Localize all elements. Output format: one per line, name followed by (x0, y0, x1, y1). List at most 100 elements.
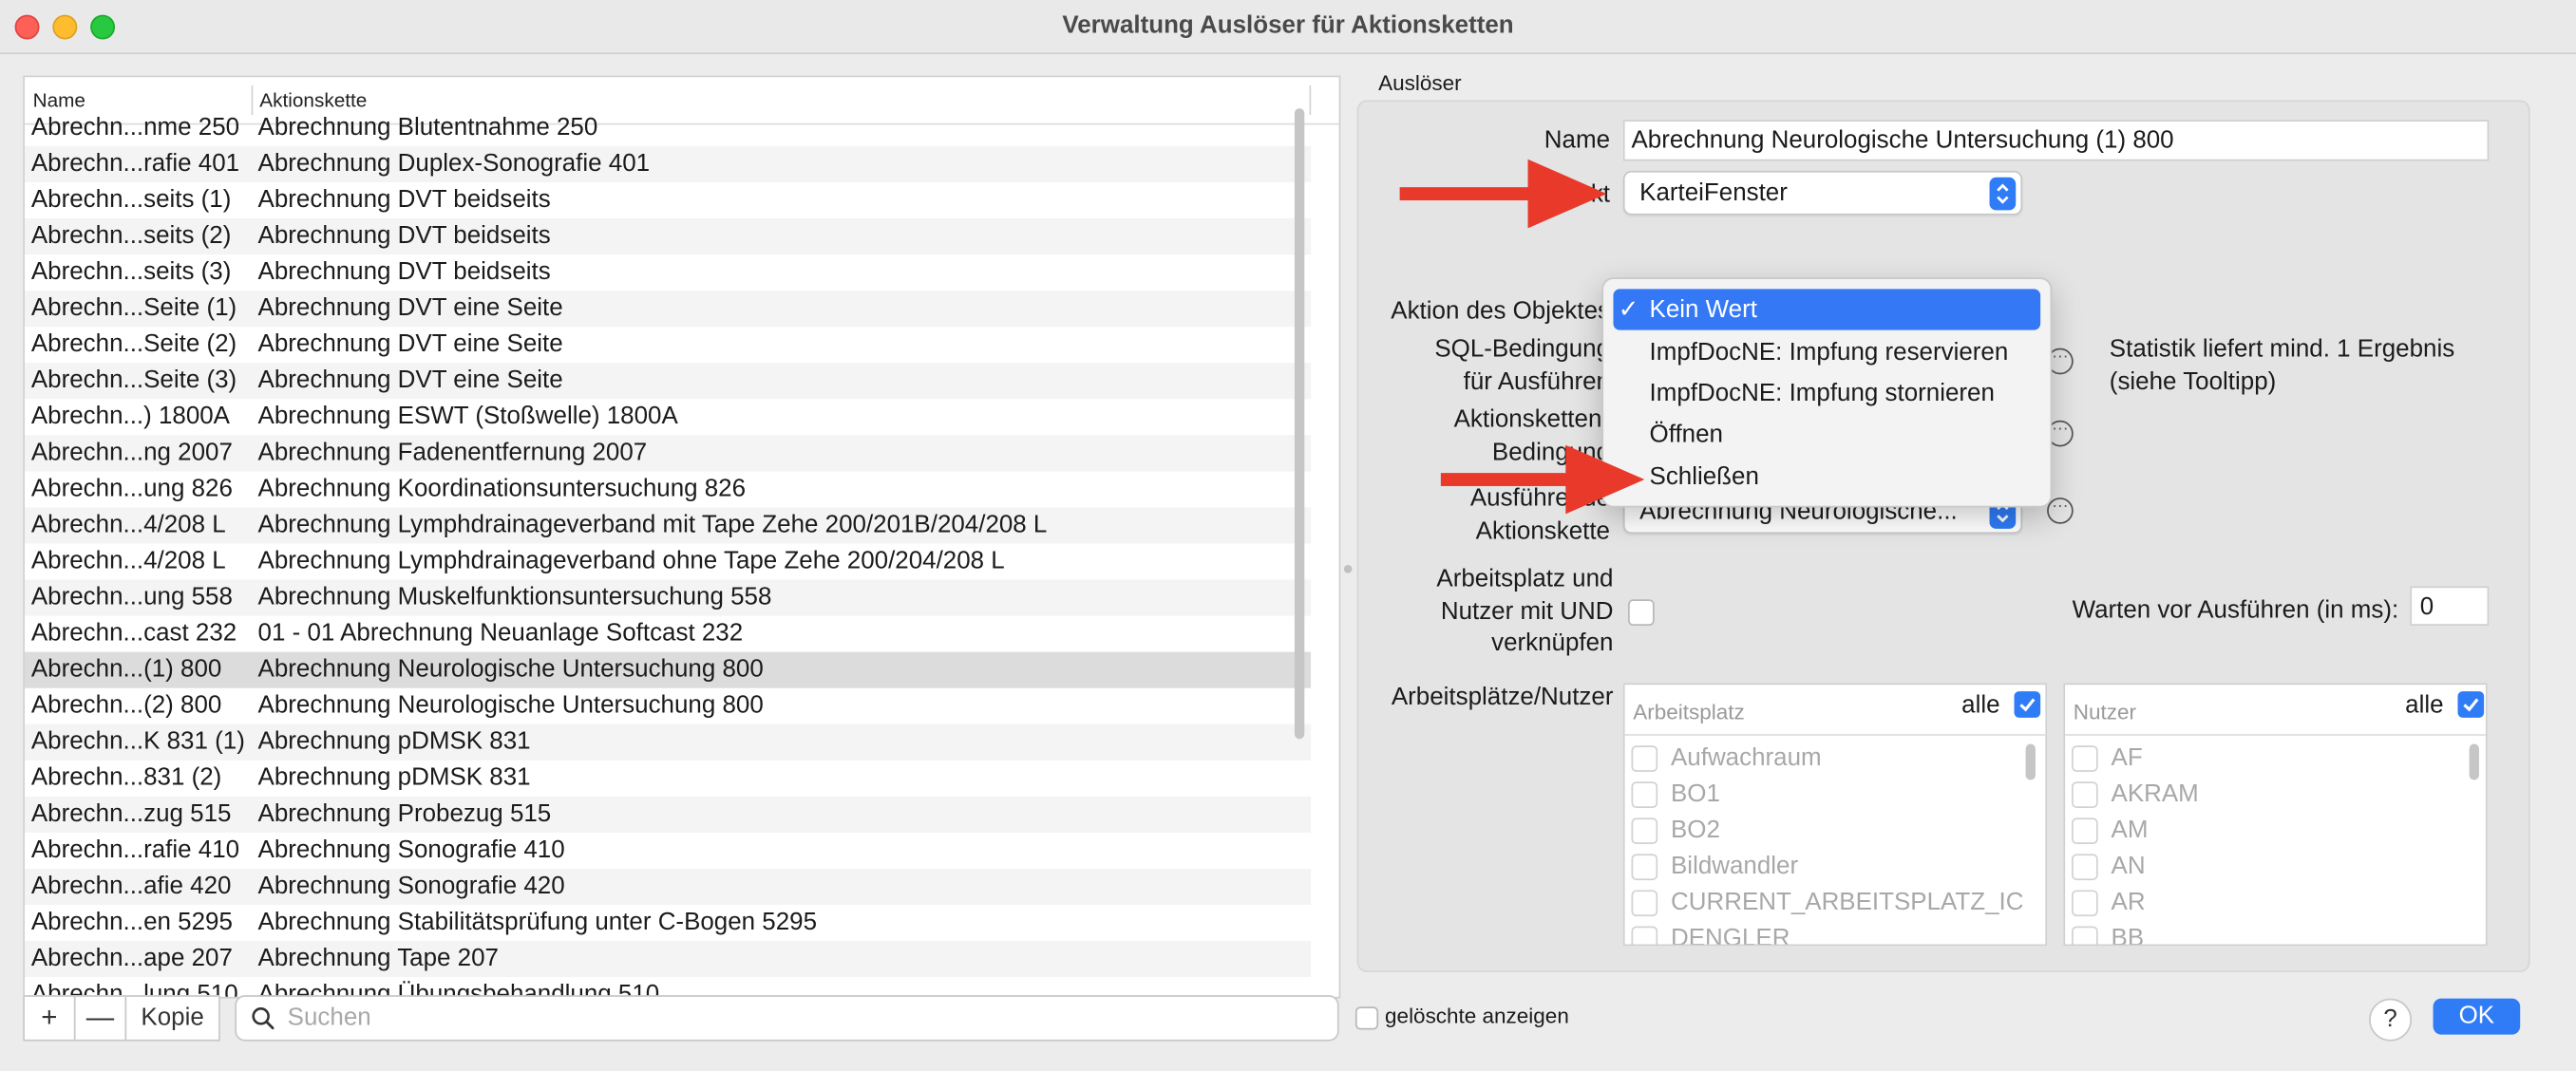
row-name-cell: Abrechn...cast 232 (30, 619, 237, 648)
name-field[interactable]: Abrechnung Neurologische Untersuchung (1… (1622, 120, 2490, 161)
user-item-checkbox[interactable] (2072, 890, 2098, 917)
updown-chevron-icon (1989, 177, 2017, 211)
sql-hint-line1: Statistik liefert mind. 1 Ergebnis (2109, 334, 2455, 364)
table-row[interactable]: Abrechn...) 1800A Abrechnung ESWT (Stoßwe… (25, 399, 1311, 435)
column-header-chain[interactable]: Aktionskette (259, 88, 367, 111)
workplace-item-checkbox[interactable] (1631, 781, 1658, 808)
ok-button[interactable]: OK (2433, 998, 2521, 1035)
table-row[interactable]: Abrechn...en 5295 Abrechnung Stabilitätsp… (25, 905, 1311, 941)
row-name-cell: Abrechn...831 (2) (30, 763, 222, 792)
workplace-list-item[interactable]: DENGLER (1631, 921, 2009, 945)
user-list-item[interactable]: AN (2072, 849, 2450, 885)
menu-item-kein-wert[interactable]: ✓ Kein Wert (1613, 289, 2041, 330)
user-item-label: AF (2111, 743, 2143, 772)
row-chain-cell: Abrechnung Lymphdrainageverband mit Tape… (257, 510, 1048, 539)
table-row[interactable]: Abrechn...seits (1) Abrechnung DVT beidse… (25, 182, 1311, 218)
menu-item-schliessen[interactable]: Schließen (1613, 457, 2040, 498)
workplace-list-item[interactable]: BO2 (1631, 813, 2009, 849)
wait-field[interactable]: 0 (2410, 586, 2490, 626)
table-row[interactable]: Abrechn...Seite (1) Abrechnung DVT eine S… (24, 291, 1312, 328)
menu-item-impfung-reservieren[interactable]: ImpfDocNE: Impfung reservieren (1613, 331, 2040, 372)
table-row[interactable]: Abrechn...ng 2007 Abrechnung Fadenentfern… (24, 435, 1312, 472)
table-row[interactable]: Abrechn...rafie 401 Abrechnung Duplex-Son… (24, 145, 1312, 182)
sql-label-line1: SQL-Bedingung (1434, 334, 1611, 364)
users-all-checkbox[interactable] (2457, 691, 2485, 718)
menu-item-oeffnen[interactable]: Öffnen (1613, 414, 2040, 455)
users-scrollbar[interactable] (2469, 743, 2479, 780)
workplaces-all-checkbox[interactable] (2014, 691, 2041, 718)
execute-chain-more-icon[interactable]: ··· (2047, 498, 2074, 524)
table-row[interactable]: Abrechn...seits (2) Abrechnung DVT beidse… (24, 218, 1312, 255)
table-row[interactable]: Abrechn...Seite (3) Abrechnung DVT eine S… (24, 363, 1312, 400)
search-icon (252, 1007, 275, 1030)
table-row[interactable]: Abrechn...nme 250 Abrechnung Blutentnahme… (25, 113, 1311, 146)
checkmark-icon: ✓ (1618, 295, 1639, 324)
workplace-item-label: BO2 (1671, 816, 1720, 845)
column-header-name[interactable]: Name (33, 88, 85, 111)
and-link-checkbox[interactable] (1628, 599, 1655, 626)
user-list-item[interactable]: AF (2072, 741, 2450, 777)
table-row[interactable]: Abrechn...4/208 L Abrechnung Lymphdrainag… (25, 543, 1311, 579)
row-name-cell: Abrechn...K 831 (1) (30, 727, 245, 756)
workplace-list-item[interactable]: Aufwachraum (1631, 741, 2009, 777)
row-chain-cell: Abrechnung DVT eine Seite (257, 293, 563, 323)
workplace-list-item[interactable]: Bildwandler (1631, 849, 2009, 885)
copy-button[interactable]: Kopie (126, 997, 218, 1040)
user-list-item[interactable]: BB (2072, 921, 2450, 945)
column-separator[interactable] (251, 85, 254, 116)
table-row[interactable]: Abrechn...(2) 800 Abrechnung Neurologisch… (25, 688, 1311, 724)
row-name-cell: Abrechn...zug 515 (30, 799, 232, 828)
workplace-item-checkbox[interactable] (1631, 854, 1658, 881)
row-name-cell: Abrechn...seits (2) (30, 221, 232, 250)
table-row[interactable]: Abrechn...ung 558 Abrechnung Muskelfunkti… (24, 579, 1312, 616)
table-row[interactable]: Abrechn...4/208 L Abrechnung Lymphdrainag… (24, 507, 1312, 544)
show-deleted-checkbox[interactable] (1354, 1006, 1379, 1030)
help-button[interactable]: ? (2369, 998, 2413, 1042)
user-item-checkbox[interactable] (2072, 854, 2098, 881)
table-row[interactable]: Abrechn...afie 420 Abrechnung Sonografie … (24, 868, 1312, 906)
row-chain-cell: Abrechnung DVT beidseits (257, 185, 551, 214)
table-row[interactable]: Abrechn...K 831 (1) Abrechnung pDMSK 831 (24, 723, 1312, 761)
row-chain-cell: Abrechnung Blutentnahme 250 (257, 113, 598, 141)
list-actions-segment: + — Kopie (23, 995, 220, 1042)
checkmark-icon (2463, 698, 2479, 712)
user-item-checkbox[interactable] (2072, 781, 2098, 808)
table-row[interactable]: Abrechn...Seite (2) Abrechnung DVT eine S… (25, 327, 1311, 363)
workplace-item-checkbox[interactable] (1631, 745, 1658, 772)
row-chain-cell: Abrechnung DVT beidseits (257, 257, 551, 286)
user-item-checkbox[interactable] (2072, 745, 2098, 772)
table-row[interactable]: Abrechn...ung 826 Abrechnung Koordination… (25, 471, 1311, 507)
workplace-item-checkbox[interactable] (1631, 926, 1658, 945)
user-list-item[interactable]: AKRAM (2072, 777, 2450, 813)
table-row[interactable]: Abrechn...lung 510 Abrechnung Übungsbehan… (25, 977, 1311, 997)
workplace-item-checkbox[interactable] (1631, 890, 1658, 917)
table-row[interactable]: Abrechn...831 (2) Abrechnung pDMSK 831 (25, 761, 1311, 797)
table-row[interactable]: Abrechn...zug 515 Abrechnung Probezug 515 (24, 796, 1312, 833)
row-name-cell: Abrechn...nme 250 (30, 113, 240, 141)
table-row[interactable]: Abrechn...seits (3) Abrechnung DVT beidse… (25, 254, 1311, 291)
search-field[interactable]: Suchen (235, 995, 1339, 1042)
table-scrollbar[interactable] (1294, 108, 1305, 740)
table-row[interactable]: Abrechn...(1) 800 Abrechnung Neurologisch… (24, 651, 1312, 688)
add-button[interactable]: + (25, 996, 76, 1040)
workplace-item-checkbox[interactable] (1631, 817, 1658, 845)
table-row[interactable]: Abrechn...cast 232 01 - 01 Abrechnung Neu… (25, 616, 1311, 652)
workplace-list-item[interactable]: CURRENT_ARBEITSPLATZ_IC (1631, 885, 2023, 921)
users-header: Nutzer (2073, 699, 2136, 724)
workplaces-scrollbar[interactable] (2025, 743, 2036, 780)
user-list-item[interactable]: AM (2072, 813, 2450, 849)
row-chain-cell: Abrechnung Stabilitätsprüfung unter C-Bo… (257, 908, 818, 936)
user-list-item[interactable]: AR (2072, 885, 2450, 921)
user-item-checkbox[interactable] (2072, 817, 2098, 845)
execute-label-line2: Aktionskette (1475, 516, 1611, 545)
table-row[interactable]: Abrechn...rafie 410 Abrechnung Sonografie… (25, 833, 1311, 869)
workplace-list-item[interactable]: BO1 (1631, 777, 2009, 813)
menu-item-impfung-stornieren[interactable]: ImpfDocNE: Impfung stornieren (1613, 373, 2040, 414)
table-row[interactable]: Abrechn...ape 207 Abrechnung Tape 207 (24, 941, 1312, 978)
object-popup[interactable]: KarteiFenster (1622, 170, 2023, 216)
user-item-checkbox[interactable] (2072, 926, 2098, 945)
menu-item-label: ImpfDocNE: Impfung stornieren (1649, 379, 1995, 407)
checkmark-icon (2019, 698, 2036, 712)
remove-button[interactable]: — (76, 996, 127, 1040)
user-item-label: AR (2111, 888, 2146, 917)
